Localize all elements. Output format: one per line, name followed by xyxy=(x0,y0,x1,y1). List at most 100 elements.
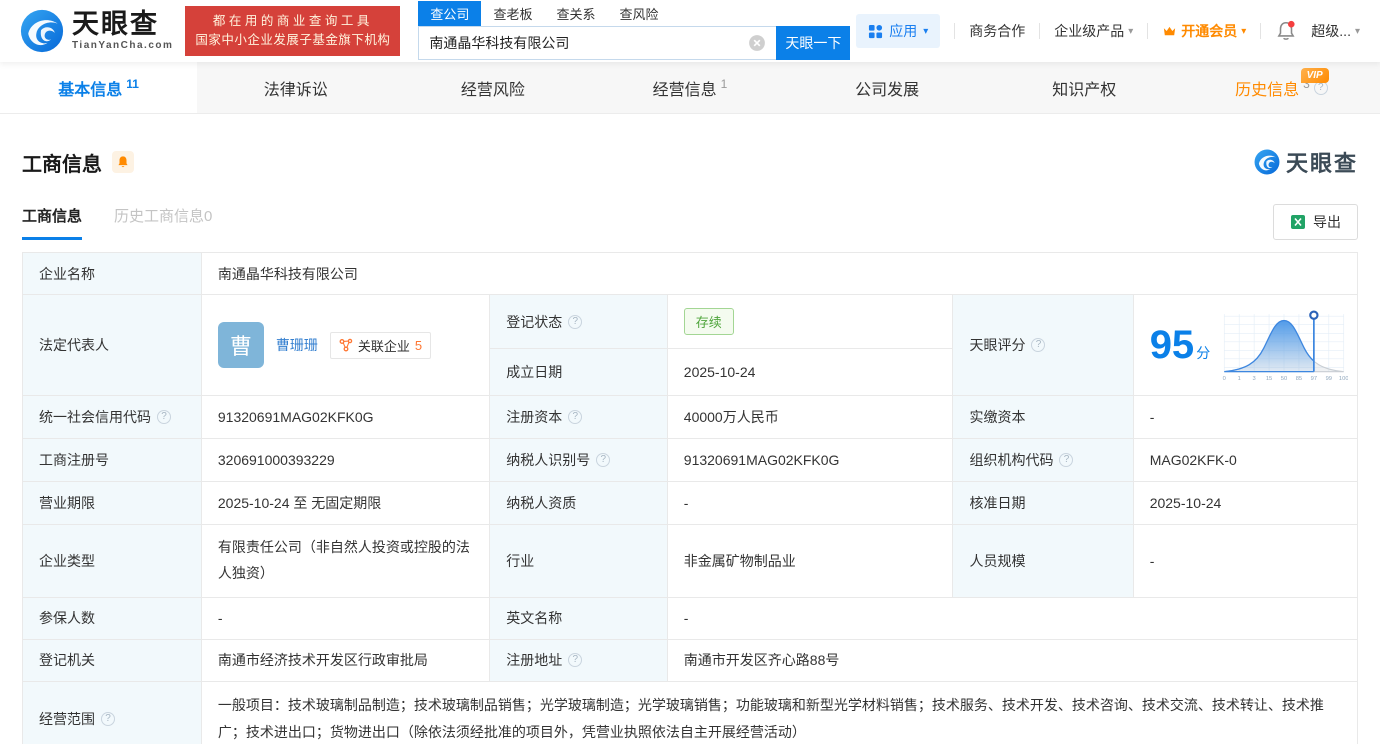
field-value-legal-rep: 曹 曹珊珊 关联企业 5 xyxy=(200,294,491,396)
tianyancha-logo[interactable]: 天眼查 TianYanCha.com xyxy=(20,9,173,53)
legal-rep-avatar[interactable]: 曹 xyxy=(217,322,264,368)
help-icon[interactable]: ? xyxy=(568,314,583,329)
search-tab-boss[interactable]: 查老板 xyxy=(481,1,544,26)
field-value-reg-authority: 南通市经济技术开发区行政审批局 xyxy=(200,638,491,682)
nav-open-vip[interactable]: 开通会员 ▾ xyxy=(1162,21,1246,41)
search-tabs: 查公司 查老板 查关系 查风险 xyxy=(418,1,850,26)
search-input[interactable] xyxy=(419,35,749,51)
field-label-credit-code: 统一社会信用代码 ? xyxy=(22,395,202,439)
search-button[interactable]: 天眼一下 xyxy=(776,26,851,60)
tab-label: 基本信息 xyxy=(58,81,123,99)
field-label-company-name: 企业名称 xyxy=(22,252,202,295)
subtab-history-registration[interactable]: 历史工商信息0 xyxy=(114,205,212,240)
status-badge: 存续 xyxy=(683,308,734,336)
nav-divider xyxy=(954,23,956,39)
field-label-insured-count: 参保人数 xyxy=(22,596,202,640)
table-row: 法定代表人 曹 曹珊珊 关联企业 5 登记状态 ? 存续 天眼评分 ? 95 分… xyxy=(22,293,1359,396)
field-label-legal-rep: 法定代表人 xyxy=(22,294,202,396)
field-label-industry: 行业 xyxy=(489,524,668,598)
slogan-line2: 国家中小企业发展子基金旗下机构 xyxy=(195,33,391,47)
bell-curve xyxy=(1224,319,1315,373)
svg-text:100: 100 xyxy=(1339,376,1348,382)
top-nav: 应用 ▾ 商务合作 企业级产品 ▾ 开通会员 ▾ 超级... ▾ xyxy=(856,14,1360,48)
subtab-business-registration[interactable]: 工商信息 xyxy=(22,205,83,240)
export-button[interactable]: 导出 xyxy=(1273,204,1358,240)
tab-company-development[interactable]: 公司发展 xyxy=(789,62,986,113)
field-label-score: 天眼评分 ? xyxy=(952,294,1134,396)
field-value-company-name: 南通晶华科技有限公司 xyxy=(200,252,1359,295)
help-icon[interactable]: ? xyxy=(596,453,611,467)
field-label-reg-authority: 登记机关 xyxy=(22,638,202,682)
nav-divider xyxy=(1147,23,1149,39)
svg-text:97: 97 xyxy=(1311,376,1317,382)
related-companies-badge[interactable]: 关联企业 5 xyxy=(329,331,432,359)
section-header: 工商信息 天眼查 xyxy=(22,146,1358,178)
tab-history-info[interactable]: VIP 历史信息 3 ? xyxy=(1183,62,1380,113)
help-icon[interactable]: ? xyxy=(1031,338,1046,352)
field-label-business-scope: 经营范围 ? xyxy=(22,680,202,744)
field-label-company-type: 企业类型 xyxy=(22,524,202,598)
svg-text:85: 85 xyxy=(1296,376,1302,382)
nav-cooperation[interactable]: 商务合作 xyxy=(969,21,1025,41)
chevron-down-icon: ▾ xyxy=(1354,25,1360,37)
field-value-insured-count: - xyxy=(200,596,491,640)
field-value-company-type: 有限责任公司（非自然人投资或控股的法人独资） xyxy=(200,524,491,598)
label-text: 纳税人识别号 xyxy=(506,452,591,468)
notification-bell-icon[interactable] xyxy=(1275,20,1297,42)
label-text: 注册地址 xyxy=(506,652,563,669)
nav-user-menu[interactable]: 超级... ▾ xyxy=(1311,21,1360,41)
nav-apps[interactable]: 应用 ▾ xyxy=(856,14,941,48)
table-row: 参保人数 - 英文名称 - xyxy=(22,596,1359,640)
search-row: 天眼一下 xyxy=(418,26,851,60)
field-label-business-term: 营业期限 xyxy=(22,481,202,525)
search-tab-company[interactable]: 查公司 xyxy=(418,1,482,26)
search-tab-relation[interactable]: 查关系 xyxy=(544,1,607,26)
svg-text:3: 3 xyxy=(1253,376,1256,382)
legal-rep-name-link[interactable]: 曹珊珊 xyxy=(276,335,318,355)
field-value-score: 95 分 0 1 3 15 50 85 97 99 100 xyxy=(1132,294,1359,396)
tab-basic-info[interactable]: 基本信息 11 xyxy=(0,62,198,113)
field-value-reg-address: 南通市开发区齐心路88号 xyxy=(666,638,1359,682)
search-tab-risk[interactable]: 查风险 xyxy=(607,1,670,26)
tab-business-risk[interactable]: 经营风险 xyxy=(394,62,591,113)
table-row: 营业期限 2025-10-24 至 无固定期限 纳税人资质 - 核准日期 202… xyxy=(22,481,1359,525)
subscribe-bell-chip[interactable] xyxy=(112,151,134,173)
tab-count: 1 xyxy=(720,76,728,91)
vip-badge: VIP xyxy=(1300,68,1329,83)
tab-legal-litigation[interactable]: 法律诉讼 xyxy=(197,62,394,113)
tab-label: 经营风险 xyxy=(460,81,525,99)
help-icon[interactable]: ? xyxy=(568,410,583,424)
logo-domain: TianYanCha.com xyxy=(72,40,174,51)
help-icon[interactable]: ? xyxy=(1059,453,1074,467)
field-value-reg-number: 320691000393229 xyxy=(200,438,491,482)
label-text: 登记状态 xyxy=(506,313,563,330)
field-value-taxpayer-id: 91320691MAG02KFK0G xyxy=(666,438,954,482)
slogan-banner: 都在用的商业查询工具 国家中小企业发展子基金旗下机构 xyxy=(185,5,401,57)
field-value-english-name: - xyxy=(666,596,1359,640)
label-text: 注册资本 xyxy=(506,409,563,425)
score-number: 95 分 xyxy=(1150,325,1211,365)
help-icon[interactable]: ? xyxy=(157,410,171,424)
nav-divider xyxy=(1039,23,1041,39)
crown-icon xyxy=(1164,26,1176,35)
chart-axis-labels: 0 1 3 15 50 85 97 99 100 xyxy=(1223,376,1348,382)
clear-search-icon[interactable] xyxy=(748,34,766,52)
svg-text:99: 99 xyxy=(1326,376,1332,382)
help-icon[interactable]: ? xyxy=(101,712,115,727)
chevron-down-icon: ▾ xyxy=(1241,25,1247,37)
label-text: 统一社会信用代码 xyxy=(39,409,151,425)
tab-count: 11 xyxy=(126,76,139,91)
field-value-business-term: 2025-10-24 至 无固定期限 xyxy=(200,481,491,525)
tab-business-info[interactable]: 经营信息 1 xyxy=(591,62,788,113)
field-label-establish-date: 成立日期 xyxy=(489,348,668,396)
nav-enterprise-products[interactable]: 企业级产品 ▾ xyxy=(1054,21,1133,41)
tianyancha-logo-icon xyxy=(20,9,64,53)
field-value-business-scope: 一般项目：技术玻璃制品制造；技术玻璃制品销售；光学玻璃制造；光学玻璃销售；功能玻… xyxy=(200,680,1359,744)
nav-user-label: 超级... xyxy=(1311,23,1351,39)
tab-intellectual-property[interactable]: 知识产权 xyxy=(986,62,1183,113)
subtab-row: 工商信息 历史工商信息0 导出 xyxy=(22,204,1358,240)
watermark-text: 天眼查 xyxy=(1285,151,1358,176)
svg-text:1: 1 xyxy=(1238,376,1241,382)
network-icon xyxy=(339,338,353,352)
help-icon[interactable]: ? xyxy=(568,653,583,668)
